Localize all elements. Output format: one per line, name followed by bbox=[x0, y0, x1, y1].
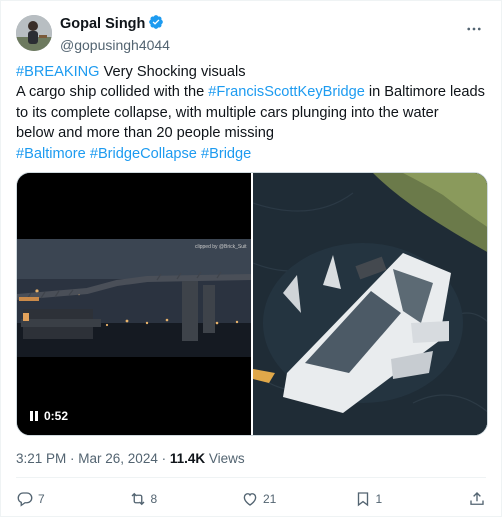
tweet-line-4: below and more than 20 people missing bbox=[16, 125, 274, 142]
action-bar: 7 8 21 1 bbox=[16, 487, 486, 511]
share-icon bbox=[470, 492, 484, 505]
avatar[interactable] bbox=[16, 15, 52, 51]
video-player[interactable]: clipped by @Brick_Suit 0:52 bbox=[17, 173, 251, 435]
video-credit-watermark: clipped by @Brick_Suit bbox=[195, 244, 247, 250]
hashtag-bridge[interactable]: #Bridge bbox=[201, 146, 251, 162]
more-options-icon[interactable] bbox=[462, 17, 486, 41]
video-duration: 0:52 bbox=[44, 409, 69, 423]
like-button[interactable]: 21 bbox=[241, 490, 281, 508]
photo-car-in-water[interactable] bbox=[253, 173, 487, 435]
tweet-line-2: A cargo ship collided with the #FrancisS… bbox=[16, 84, 485, 101]
reply-button[interactable]: 7 bbox=[16, 490, 56, 508]
divider-line bbox=[16, 477, 486, 478]
share-button[interactable] bbox=[466, 490, 486, 508]
like-count: 21 bbox=[263, 492, 277, 506]
tweet-meta: 3:21 PM · Mar 26, 2024 · 11.4K Views bbox=[16, 451, 245, 466]
bookmark-count: 1 bbox=[375, 492, 383, 506]
tweet-line-5: #Baltimore #BridgeCollapse #Bridge bbox=[16, 144, 494, 164]
verified-badge-icon bbox=[148, 14, 164, 35]
pause-icon[interactable] bbox=[30, 411, 38, 421]
tweet-line-3: to its complete collapse, with multiple … bbox=[16, 104, 439, 121]
heart-icon bbox=[243, 493, 257, 506]
tweet-time[interactable]: 3:21 PM bbox=[16, 451, 66, 466]
hashtag-breaking[interactable]: #BREAKING bbox=[16, 64, 100, 80]
author-display-name[interactable]: Gopal Singh bbox=[60, 16, 145, 32]
author-handle[interactable]: @gopusingh4044 bbox=[60, 37, 170, 53]
tweet-date[interactable]: Mar 26, 2024 bbox=[78, 451, 158, 466]
repost-button[interactable]: 8 bbox=[129, 490, 169, 508]
views-label: Views bbox=[205, 451, 245, 466]
bookmark-button[interactable]: 1 bbox=[354, 490, 394, 508]
bookmark-icon bbox=[357, 492, 368, 507]
tweet-text: #BREAKING Very Shocking visuals A cargo … bbox=[16, 62, 494, 164]
media-grid: clipped by @Brick_Suit 0:52 bbox=[16, 172, 488, 436]
reply-icon bbox=[17, 492, 33, 507]
hashtag-bridge-collapse[interactable]: #BridgeCollapse bbox=[90, 146, 197, 162]
repost-icon bbox=[131, 492, 144, 506]
repost-count: 8 bbox=[150, 492, 158, 506]
tweet-header: Gopal Singh @gopusingh4044 bbox=[16, 14, 486, 55]
hashtag-baltimore[interactable]: #Baltimore bbox=[16, 146, 86, 162]
video-duration-badge[interactable]: 0:52 bbox=[25, 407, 73, 425]
reply-count: 7 bbox=[38, 492, 45, 506]
tweet-card: Gopal Singh @gopusingh4044 #BREAKING Ver… bbox=[0, 0, 502, 517]
tweet-line-1: #BREAKING Very Shocking visuals bbox=[16, 64, 246, 80]
views-count: 11.4K bbox=[169, 451, 206, 466]
hashtag-francis-scott-key-bridge[interactable]: #FrancisScottKeyBridge bbox=[208, 84, 365, 100]
